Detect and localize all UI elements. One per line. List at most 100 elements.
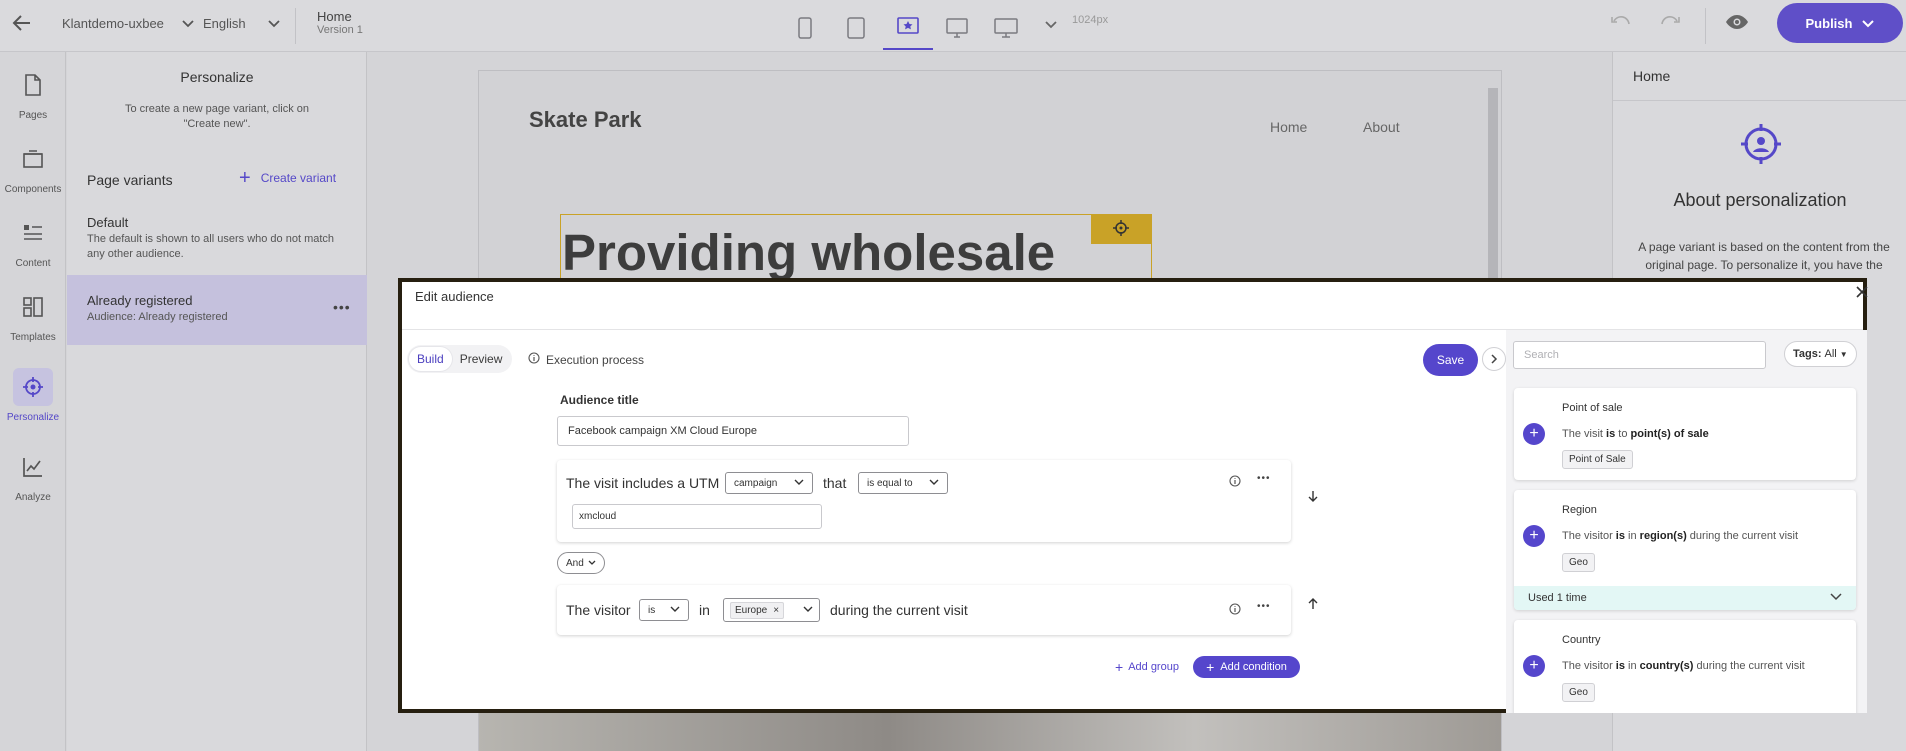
page-icon — [13, 66, 53, 104]
publish-button[interactable]: Publish — [1777, 3, 1903, 43]
divider — [1613, 100, 1906, 101]
dialog-header: Edit audience — [402, 282, 1868, 330]
chevron-down-icon — [182, 16, 194, 31]
rule-text: in — [1624, 530, 1640, 542]
rule-description: The visitor is in country(s) during the … — [1562, 660, 1805, 672]
back-arrow-icon[interactable] — [12, 14, 32, 32]
info-icon[interactable] — [1229, 475, 1241, 490]
nav-about[interactable]: About — [1363, 119, 1400, 135]
rule-title: Region — [1562, 504, 1597, 516]
tags-filter[interactable]: Tags: All ▼ — [1784, 341, 1857, 367]
rail-item-components[interactable]: Components — [0, 140, 66, 195]
rule-text: The visitor — [1562, 660, 1616, 672]
variant-already-registered[interactable]: Already registered Audience: Already reg… — [67, 275, 367, 345]
add-rule-button[interactable]: + — [1523, 655, 1545, 677]
more-options-icon[interactable]: ••• — [1257, 473, 1271, 484]
target-icon — [1113, 219, 1129, 239]
and-operator-toggle[interactable]: And — [557, 552, 605, 574]
rail-item-personalize[interactable]: Personalize — [0, 368, 66, 423]
search-input[interactable]: Search — [1513, 341, 1766, 369]
move-down-icon[interactable] — [1308, 490, 1318, 505]
language-selector[interactable]: English — [203, 16, 280, 31]
select-value: is — [648, 604, 656, 616]
divider — [1705, 8, 1706, 44]
rail-item-analyze[interactable]: Analyze — [0, 448, 66, 503]
add-condition-button[interactable]: + Add condition — [1193, 656, 1300, 678]
personalize-marker[interactable] — [1091, 214, 1151, 244]
close-icon[interactable]: × — [773, 605, 779, 616]
rail-item-pages[interactable]: Pages — [0, 66, 66, 121]
device-tablet-button[interactable] — [836, 8, 876, 50]
panel-title: Personalize — [180, 69, 254, 85]
condition-suffix: during the current visit — [830, 602, 968, 618]
device-desktop-button[interactable] — [937, 8, 977, 50]
rule-text: in — [1624, 660, 1640, 672]
audience-title-input[interactable]: Facebook campaign XM Cloud Europe — [557, 416, 909, 446]
star-monitor-icon — [897, 16, 919, 40]
site-logo-text: Skate Park — [529, 107, 642, 132]
undo-icon[interactable] — [1610, 14, 1632, 28]
right-panel-title: Home — [1633, 68, 1671, 84]
select-value: is equal to — [867, 477, 913, 489]
add-rule-button[interactable]: + — [1523, 525, 1545, 547]
rule-text-bold: is — [1606, 428, 1616, 440]
target-icon — [13, 368, 53, 406]
page-info: Home Version 1 — [317, 9, 363, 36]
chevron-right-icon — [1490, 352, 1498, 367]
execution-label: Execution process — [546, 352, 645, 367]
operator-select[interactable]: is equal to — [858, 472, 948, 494]
rule-text: to — [1615, 428, 1631, 440]
redo-icon[interactable] — [1659, 14, 1681, 28]
tablet-icon — [847, 16, 865, 42]
content-list-icon — [13, 214, 53, 252]
utm-param-select[interactable]: campaign — [725, 472, 813, 494]
rail-item-templates[interactable]: Templates — [0, 288, 66, 343]
desktop-icon — [946, 17, 968, 41]
personalize-panel: Personalize To create a new page variant… — [67, 52, 367, 751]
chevron-down-icon — [588, 558, 596, 569]
add-rule-button[interactable]: + — [1523, 423, 1545, 445]
device-mobile-button[interactable] — [785, 8, 825, 50]
condition-card-region: The visitor is in Europe × during the cu… — [557, 585, 1291, 635]
variant-default[interactable]: Default The default is shown to all user… — [87, 215, 347, 262]
device-more-dropdown[interactable] — [1045, 17, 1057, 32]
info-icon[interactable] — [1229, 603, 1241, 618]
close-icon[interactable] — [1856, 286, 1868, 301]
audience-title-label: Audience title — [560, 393, 639, 407]
region-multiselect[interactable]: Europe × — [723, 598, 820, 622]
add-group-button[interactable]: + Add group — [1115, 659, 1179, 675]
edit-audience-dialog: Edit audience Build Preview Execution pr… — [398, 278, 1868, 713]
save-button[interactable]: Save — [1423, 344, 1478, 376]
rules-library: Search Tags: All ▼ Point of sale + The v… — [1506, 330, 1867, 713]
operator-select[interactable]: is — [639, 599, 689, 621]
preview-eye-icon[interactable] — [1725, 14, 1749, 30]
more-options-icon[interactable]: ••• — [1257, 601, 1271, 612]
nav-home[interactable]: Home — [1270, 119, 1307, 135]
tab-preview[interactable]: Preview — [452, 347, 511, 371]
device-custom-button[interactable] — [883, 8, 933, 50]
create-variant-button[interactable]: + Create variant — [239, 168, 336, 188]
add-group-label: Add group — [1128, 661, 1179, 673]
rule-card-country[interactable]: Country + The visitor is in country(s) d… — [1514, 620, 1856, 713]
tab-build[interactable]: Build — [409, 347, 452, 371]
utm-value-input[interactable]: xmcloud — [572, 504, 822, 529]
rule-text-bold: point(s) of sale — [1630, 428, 1709, 440]
rule-card-point-of-sale[interactable]: Point of sale + The visit is to point(s)… — [1514, 388, 1856, 480]
language-name: English — [203, 16, 246, 31]
move-up-icon[interactable] — [1308, 598, 1318, 613]
collapse-sidebar-button[interactable] — [1482, 347, 1506, 371]
panel-hint: To create a new page variant, click on "… — [124, 103, 310, 130]
dialog-title: Edit audience — [415, 289, 494, 304]
site-name: Klantdemo-uxbee — [62, 16, 164, 31]
rule-text-bold: is — [1615, 530, 1625, 542]
site-selector[interactable]: Klantdemo-uxbee — [62, 16, 194, 31]
device-wide-button[interactable] — [986, 8, 1026, 50]
execution-process-link[interactable]: Execution process — [528, 352, 644, 367]
usage-expander[interactable]: Used 1 time — [1514, 586, 1856, 610]
save-label: Save — [1436, 353, 1465, 367]
more-options-icon[interactable]: ••• — [333, 299, 351, 315]
rule-text: during the current visit — [1686, 530, 1799, 542]
rule-card-region[interactable]: Region + The visitor is in region(s) dur… — [1514, 490, 1856, 610]
rail-item-content[interactable]: Content — [0, 214, 66, 269]
condition-text: The visitor — [566, 602, 631, 618]
